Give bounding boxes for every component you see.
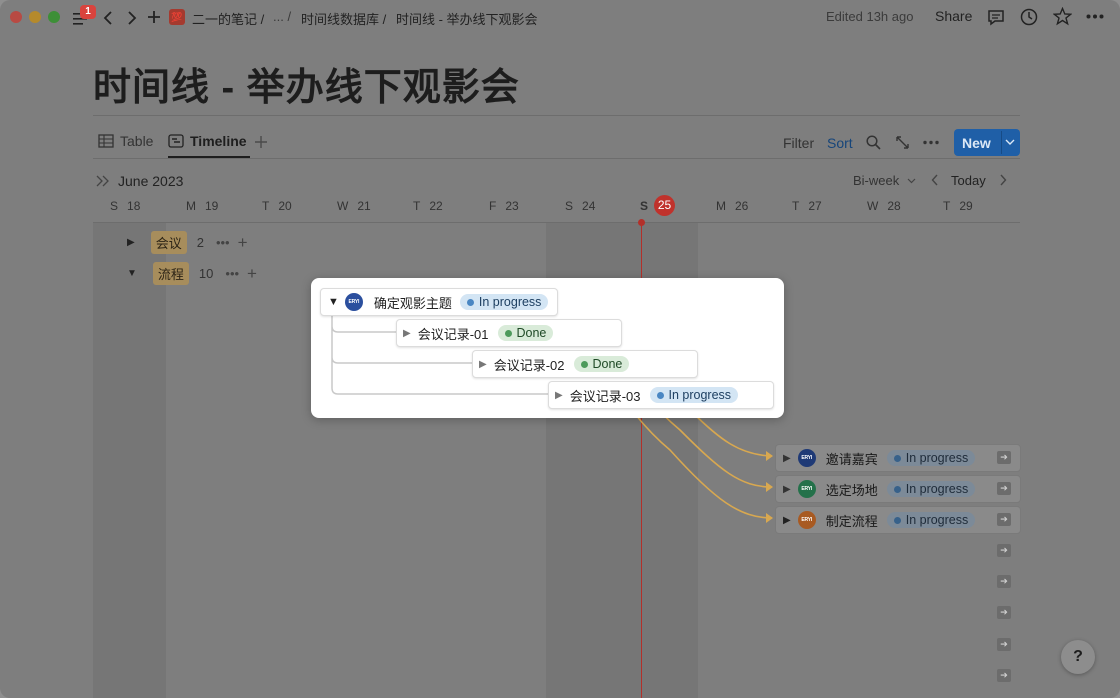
app-window: 1 💯 二一的笔记 / ... / 时间线数据库 / 时间线 - 举办线下观影会… bbox=[0, 0, 1120, 698]
expand-icon[interactable]: ▶ bbox=[783, 515, 791, 526]
task-title: 会议记录-03 bbox=[569, 388, 641, 404]
status-badge: In progress bbox=[886, 450, 976, 466]
avatar: ERYI bbox=[797, 449, 816, 467]
timeline-item[interactable]: ▶ ERYI 邀请嘉宾 In progress bbox=[775, 444, 1021, 472]
status-badge: In progress bbox=[886, 512, 976, 528]
scroll-to-item-icon[interactable]: ➔ bbox=[997, 669, 1011, 682]
expand-icon[interactable]: ▶ bbox=[403, 328, 411, 339]
avatar: ERYI bbox=[797, 511, 816, 529]
expand-icon[interactable]: ▶ bbox=[783, 453, 791, 464]
scroll-to-item-icon[interactable]: ➔ bbox=[997, 513, 1011, 526]
expand-icon[interactable]: ▶ bbox=[479, 359, 487, 370]
parent-task-card[interactable]: ▼ ERYI 确定观影主题 In progress bbox=[320, 288, 558, 316]
status-badge: In progress bbox=[649, 387, 739, 403]
task-title: 选定场地 bbox=[825, 482, 878, 498]
scroll-to-item-icon[interactable]: ➔ bbox=[997, 544, 1011, 557]
scroll-to-item-icon[interactable]: ➔ bbox=[997, 575, 1011, 588]
scroll-to-item-icon[interactable]: ➔ bbox=[997, 451, 1011, 464]
scroll-to-item-icon[interactable]: ➔ bbox=[997, 482, 1011, 495]
expand-icon[interactable]: ▶ bbox=[555, 390, 563, 401]
avatar: ERYI bbox=[344, 293, 363, 311]
scroll-to-item-icon[interactable]: ➔ bbox=[997, 606, 1011, 619]
subitem-card[interactable]: ▶ 会议记录-02 Done bbox=[472, 350, 698, 378]
task-title: 制定流程 bbox=[825, 513, 878, 529]
subitem-card[interactable]: ▶ 会议记录-03 In progress bbox=[548, 381, 774, 409]
timeline-item[interactable]: ▶ ERYI 制定流程 In progress bbox=[775, 506, 1021, 534]
status-badge: Done bbox=[497, 325, 554, 341]
subitems-popup: ▼ ERYI 确定观影主题 In progress ▶ 会议记录-01 Done… bbox=[311, 278, 784, 418]
status-badge: In progress bbox=[459, 294, 549, 310]
task-title: 会议记录-01 bbox=[417, 326, 489, 342]
subitem-card[interactable]: ▶ 会议记录-01 Done bbox=[396, 319, 622, 347]
scroll-to-item-icon[interactable]: ➔ bbox=[997, 638, 1011, 651]
status-badge: In progress bbox=[886, 481, 976, 497]
task-title: 会议记录-02 bbox=[493, 357, 565, 373]
help-button[interactable]: ? bbox=[1061, 640, 1095, 674]
avatar: ERYI bbox=[797, 480, 816, 498]
task-title: 邀请嘉宾 bbox=[825, 451, 878, 467]
status-badge: Done bbox=[573, 356, 630, 372]
timeline-item[interactable]: ▶ ERYI 选定场地 In progress bbox=[775, 475, 1021, 503]
expand-icon[interactable]: ▶ bbox=[783, 484, 791, 495]
collapse-subitems-icon[interactable]: ▼ bbox=[328, 296, 339, 308]
task-title: 确定观影主题 bbox=[373, 295, 452, 311]
